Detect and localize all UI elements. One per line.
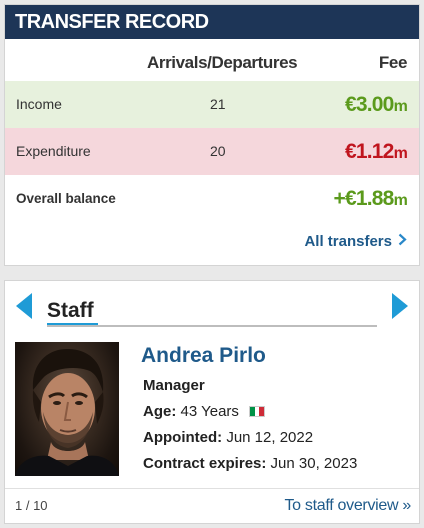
appointed-value: Jun 12, 2022 (226, 429, 314, 446)
staff-role: Manager (143, 377, 205, 394)
staff-title-divider (47, 325, 377, 327)
arrow-left-icon[interactable] (16, 293, 32, 319)
overall-balance-label: Overall balance (16, 191, 116, 206)
overall-balance-row: Overall balance +€1.88m (5, 175, 419, 222)
transfer-record-card: TRANSFER RECORD Arrivals/Departures Fee … (4, 4, 420, 266)
age-label: Age: (143, 403, 177, 420)
staff-appointed: Appointed: Jun 12, 2022 (143, 426, 313, 450)
income-count: 21 (210, 96, 226, 112)
income-fee-value: 3.00 (355, 93, 394, 116)
staff-name-link[interactable]: Andrea Pirlo (141, 341, 266, 371)
staff-card: Staff Andrea Pirlo Manager Age: 43 Years… (4, 280, 420, 524)
staff-photo (15, 342, 119, 476)
expenditure-fee: €1.12m (344, 128, 408, 177)
fee-column-header: Fee (378, 53, 407, 72)
staff-age: Age: 43 Years (143, 400, 266, 424)
income-row: Income 21 €3.00m (5, 81, 419, 128)
arrow-right-icon[interactable] (392, 293, 408, 319)
expenditure-fee-unit: m (393, 145, 408, 162)
all-transfers-link[interactable]: All transfers (304, 229, 407, 255)
staff-overview-link[interactable]: To staff overview » (284, 493, 411, 519)
appointed-label: Appointed: (143, 429, 223, 446)
arrivals-departures-column-header: Arrivals/Departures (147, 53, 298, 72)
staff-contract-expires: Contract expires: Jun 30, 2023 (143, 452, 357, 476)
income-label: Income (16, 96, 62, 112)
expenditure-count: 20 (210, 143, 226, 159)
expenditure-fee-prefix: € (344, 140, 357, 163)
expenditure-fee-value: 1.12 (355, 140, 394, 163)
expenditure-label: Expenditure (16, 143, 91, 159)
overall-balance-fee-value: 1.88 (355, 187, 394, 210)
overall-balance-fee-unit: m (393, 192, 408, 209)
staff-title: Staff (47, 296, 98, 326)
chevron-right-icon (398, 229, 407, 255)
italy-flag-icon (249, 405, 266, 417)
staff-footer-divider (5, 488, 419, 489)
contract-value: Jun 30, 2023 (270, 455, 358, 472)
contract-label: Contract expires: (143, 455, 267, 472)
overall-balance-fee: +€1.88m (333, 175, 408, 224)
income-fee-unit: m (393, 98, 408, 115)
income-fee: €3.00m (344, 81, 408, 130)
transfer-record-title: TRANSFER RECORD (5, 5, 419, 39)
all-transfers-label: All transfers (304, 233, 392, 250)
income-fee-prefix: € (344, 93, 357, 116)
expenditure-row: Expenditure 20 €1.12m (5, 128, 419, 175)
overall-balance-fee-prefix: +€ (333, 187, 357, 210)
staff-pager: 1 / 10 (15, 498, 48, 513)
age-value: 43 Years (180, 403, 239, 420)
